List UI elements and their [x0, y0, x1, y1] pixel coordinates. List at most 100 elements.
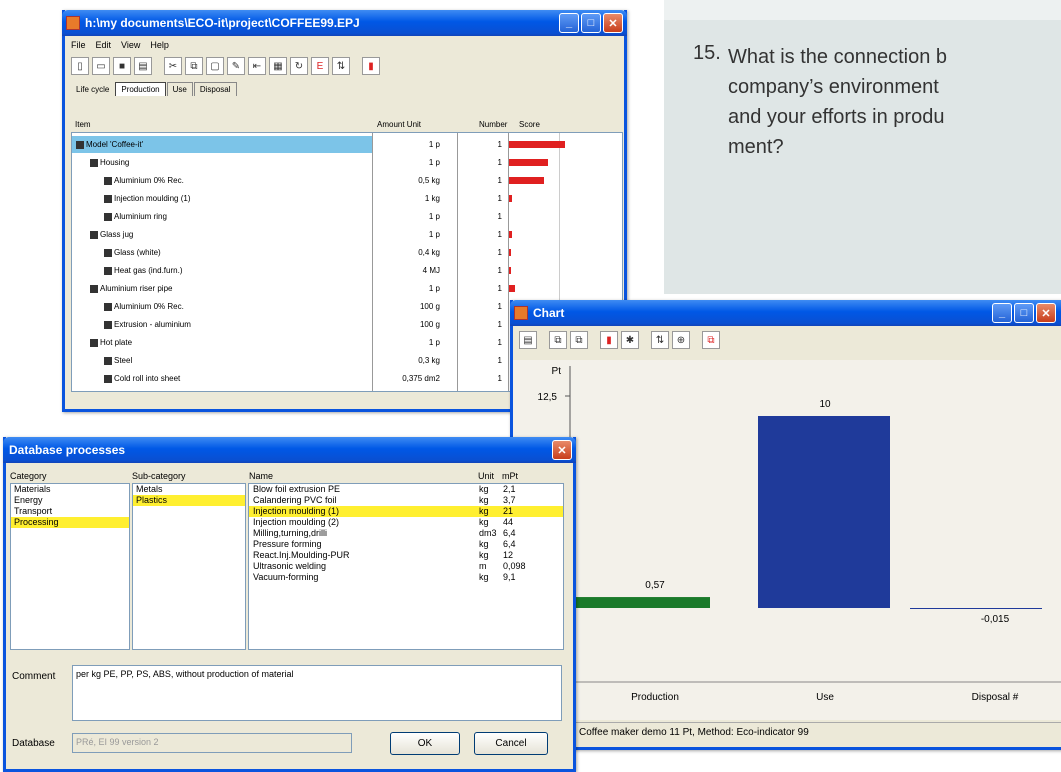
tree-row[interactable]: Injection moulding (1) 1 kg 1	[72, 190, 620, 207]
tree-row[interactable]: Aluminium 0% Rec. 0,5 kg 1	[72, 172, 620, 189]
open-folder-icon[interactable]: ▭	[92, 57, 110, 75]
tree-row-amount: 100 g	[419, 302, 440, 311]
category-item[interactable]: Transport	[11, 506, 129, 517]
tree-row[interactable]: Aluminium ring 1 p 1	[72, 208, 620, 225]
cancel-button[interactable]: Cancel	[474, 732, 548, 755]
process-name: Calandering PVC foil	[253, 495, 337, 505]
new-file-icon[interactable]: ▯	[71, 57, 89, 75]
chart-bars-icon[interactable]: ▮	[600, 331, 618, 349]
db-titlebar[interactable]: Database processes ✕	[3, 437, 576, 463]
calculate-icon[interactable]: ▦	[269, 57, 287, 75]
category-list[interactable]: Materials Energy Transport Processing	[10, 483, 130, 650]
tree-row-label: Aluminium riser pipe	[90, 284, 172, 293]
tree-item-name: Aluminium ring	[114, 212, 167, 221]
menu-edit[interactable]: Edit	[96, 40, 112, 50]
cut-icon[interactable]: ✂	[164, 57, 182, 75]
tree-row[interactable]: Aluminium riser pipe 1 p 1	[72, 280, 620, 297]
chart-copy-icon[interactable]: ⧉	[549, 331, 567, 349]
chart-close-icon[interactable]: ✕	[1036, 303, 1056, 323]
process-row[interactable]: Calandering PVC foil kg 3,7	[249, 495, 563, 506]
menu-view[interactable]: View	[121, 40, 140, 50]
paste-icon[interactable]: ▢	[206, 57, 224, 75]
col-score: Score	[519, 120, 540, 129]
tree-row-number: 1	[497, 284, 502, 293]
process-unit: kg	[479, 506, 489, 516]
copy-icon[interactable]: ⧉	[185, 57, 203, 75]
menu-help[interactable]: Help	[150, 40, 169, 50]
process-row[interactable]: Blow foil extrusion PE kg 2,1	[249, 484, 563, 495]
tree-row[interactable]: Glass (white) 0,4 kg 1	[72, 244, 620, 261]
chart-copy-data-icon[interactable]: ⧉	[570, 331, 588, 349]
chart-window-icon[interactable]: ⧉	[702, 331, 720, 349]
score-bar	[509, 141, 565, 148]
material-icon	[104, 194, 112, 203]
database-dialog: Database processes ✕ Category Sub-catego…	[3, 437, 576, 772]
tab-life-cycle[interactable]: Life cycle	[71, 83, 114, 96]
tree-row-label: Steel	[104, 356, 132, 365]
tab-disposal[interactable]: Disposal	[193, 82, 237, 96]
tree-row-number: 1	[497, 266, 502, 275]
chart-print-icon[interactable]: ▤	[519, 331, 537, 349]
bar-production	[570, 597, 710, 608]
project-titlebar[interactable]: h:\my documents\ECO-it\project\COFFEE99.…	[62, 10, 627, 36]
database-field[interactable]: PRé, EI 99 version 2	[72, 733, 352, 753]
process-name: React.Inj.Moulding-PUR	[253, 550, 350, 560]
refresh-icon[interactable]: ↻	[290, 57, 308, 75]
db-header-subcategory: Sub-category	[132, 471, 186, 481]
category-item[interactable]: Energy	[11, 495, 129, 506]
process-row[interactable]: Ultrasonic welding m 0,098	[249, 561, 563, 572]
chart-icon[interactable]: ▮	[362, 57, 380, 75]
tree-item-name: Housing	[100, 158, 130, 167]
subcategory-list[interactable]: Metals Plastics	[132, 483, 246, 650]
edit-icon[interactable]: ✎	[227, 57, 245, 75]
tree-row-number: 1	[497, 302, 502, 311]
menu-file[interactable]: File	[71, 40, 86, 50]
process-unit: kg	[479, 484, 489, 494]
chart-titlebar[interactable]: Chart _ □ ✕	[510, 300, 1061, 326]
process-row[interactable]: Pressure forming kg 6,4	[249, 539, 563, 550]
comment-field[interactable]: per kg PE, PP, PS, ABS, without producti…	[72, 665, 562, 721]
lifecycle-tabs: Life cycle Production Use Disposal	[65, 78, 624, 96]
category-item[interactable]: Materials	[11, 484, 129, 495]
close-icon[interactable]: ✕	[603, 13, 623, 33]
process-row[interactable]: React.Inj.Moulding-PUR kg 12	[249, 550, 563, 561]
db-close-icon[interactable]: ✕	[552, 440, 572, 460]
tree-row-amount: 0,3 kg	[418, 356, 440, 365]
save-icon[interactable]: ■	[113, 57, 131, 75]
tree-row-amount: 1 p	[428, 140, 440, 149]
chart-settings-icon[interactable]: ✱	[621, 331, 639, 349]
panel-top-strip	[664, 0, 1061, 20]
tree-row[interactable]: Heat gas (ind.furn.) 4 MJ 1	[72, 262, 620, 279]
process-row[interactable]: Injection moulding (2) kg 44	[249, 517, 563, 528]
minimize-icon[interactable]: _	[559, 13, 579, 33]
subcategory-item[interactable]: Plastics	[133, 495, 245, 506]
move-left-icon[interactable]: ⇤	[248, 57, 266, 75]
sort-icon[interactable]: ⇅	[332, 57, 350, 75]
tree-row[interactable]: Glass jug 1 p 1	[72, 226, 620, 243]
tab-production[interactable]: Production	[115, 82, 166, 96]
tree-row[interactable]: Housing 1 p 1	[72, 154, 620, 171]
material-icon	[104, 212, 112, 221]
process-row[interactable]: Injection moulding (1) kg 21	[249, 506, 563, 517]
col-number: Number	[479, 120, 508, 129]
tree-view-icon[interactable]: E	[311, 57, 329, 75]
chart-sort-icon[interactable]: ⇅	[651, 331, 669, 349]
tree-row[interactable]: Model 'Coffee-it' 1 p 1	[72, 136, 565, 153]
tab-use[interactable]: Use	[166, 82, 193, 96]
chart-scale-icon[interactable]: ⊕	[672, 331, 690, 349]
chart-minimize-icon[interactable]: _	[992, 303, 1012, 323]
process-row[interactable]: Milling,turning,drilli dm3 6,4	[249, 528, 563, 539]
bar-chart: Pt 12,5 0,57 Production 10 Use -0,015 Disposa…	[538, 366, 1061, 703]
maximize-icon[interactable]: □	[581, 13, 601, 33]
chart-maximize-icon[interactable]: □	[1014, 303, 1034, 323]
process-list[interactable]: Blow foil extrusion PE kg 2,1 Calandering P…	[248, 483, 564, 650]
score-bar	[509, 177, 544, 184]
subcategory-item[interactable]: Metals	[133, 484, 245, 495]
tree-item-name: Aluminium riser pipe	[100, 284, 173, 293]
score-bar	[509, 231, 512, 238]
ok-button[interactable]: OK	[390, 732, 460, 755]
category-item[interactable]: Processing	[11, 517, 129, 528]
print-icon[interactable]: ▤	[134, 57, 152, 75]
process-row[interactable]: Vacuum-forming kg 9,1	[249, 572, 563, 583]
database-label: Database	[12, 738, 55, 749]
